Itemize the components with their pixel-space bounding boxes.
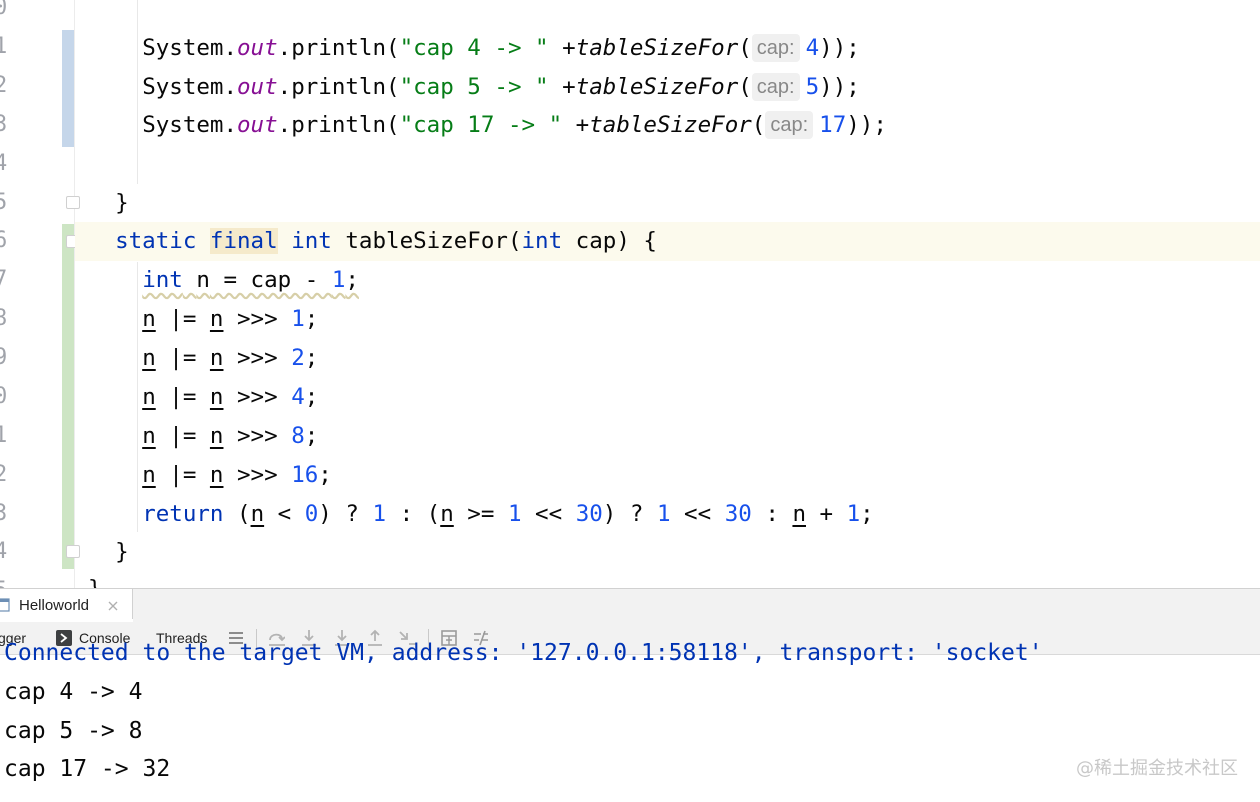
code-line[interactable]: } (88, 570, 102, 588)
parameter-hint: cap: (765, 111, 814, 139)
console-output[interactable]: Connected to the target VM, address: '12… (0, 640, 1260, 802)
console-line: cap 5 -> 8 (4, 718, 143, 744)
code-line[interactable]: n |= n >>> 16; (88, 456, 332, 495)
parameter-hint: cap: (751, 73, 800, 101)
code-line[interactable]: System.out.println("cap 5 -> " +tableSiz… (88, 68, 860, 107)
fold-marker-icon[interactable] (66, 545, 80, 558)
line-number: 5 (0, 572, 28, 588)
code-line[interactable]: n |= n >>> 8; (88, 417, 318, 456)
line-number: 9 (0, 345, 8, 370)
vcs-modified-marker[interactable] (62, 30, 74, 147)
close-icon[interactable] (108, 601, 118, 611)
parameter-hint: cap: (751, 34, 800, 62)
watermark: @稀土掘金技术社区 (1076, 758, 1238, 779)
line-number: 3 (0, 112, 8, 137)
line-number: 1 (0, 423, 8, 448)
console-window-icon (0, 598, 10, 612)
code-line-current[interactable]: static final int tableSizeFor(int cap) { (88, 222, 657, 261)
console-line: cap 17 -> 32 (4, 756, 171, 782)
vcs-added-marker[interactable] (62, 224, 74, 569)
code-line[interactable]: n |= n >>> 4; (88, 378, 318, 417)
line-number: 1 (0, 34, 8, 59)
line-number-gutter[interactable]: 0 1 2 3 4 5 6 7 8 9 0 1 2 3 4 5 (0, 0, 62, 588)
fold-marker-icon[interactable] (66, 196, 80, 209)
line-number: 2 (0, 462, 8, 487)
code-line[interactable]: System.out.println("cap 17 -> " +tableSi… (88, 106, 887, 145)
code-line[interactable]: int n = cap - 1; (88, 261, 359, 300)
code-line[interactable]: return (n < 0) ? 1 : (n >= 1 << 30) ? 1 … (88, 495, 874, 534)
debug-session-tabbar: Helloworld (0, 588, 1260, 622)
console-line: cap 4 -> 4 (4, 679, 143, 705)
debug-tool-window[interactable]: Helloworld gger Console Threads Connecte… (0, 588, 1260, 802)
gutter-divider (74, 0, 75, 588)
code-line[interactable]: System.out.println("cap 4 -> " +tableSiz… (88, 29, 860, 68)
code-line[interactable]: } (88, 184, 129, 223)
line-number: 5 (0, 190, 8, 215)
line-number: 0 (0, 384, 8, 409)
line-number: 0 (0, 0, 8, 20)
line-number: 7 (0, 267, 8, 292)
code-line[interactable]: n |= n >>> 2; (88, 339, 318, 378)
session-tab-label: Helloworld (19, 597, 90, 614)
line-number: 3 (0, 501, 8, 526)
line-number: 2 (0, 73, 8, 98)
line-number: 8 (0, 306, 8, 331)
console-line: Connected to the target VM, address: '12… (4, 640, 1043, 666)
line-number: 6 (0, 228, 8, 253)
line-number: 4 (0, 539, 8, 564)
code-line[interactable]: n |= n >>> 1; (88, 300, 318, 339)
line-number: 4 (0, 151, 8, 176)
session-tab-helloworld[interactable]: Helloworld (0, 589, 133, 622)
code-editor[interactable]: 0 1 2 3 4 5 6 7 8 9 0 1 2 3 4 5 System.o… (0, 0, 1260, 588)
code-line[interactable]: } (88, 533, 129, 572)
